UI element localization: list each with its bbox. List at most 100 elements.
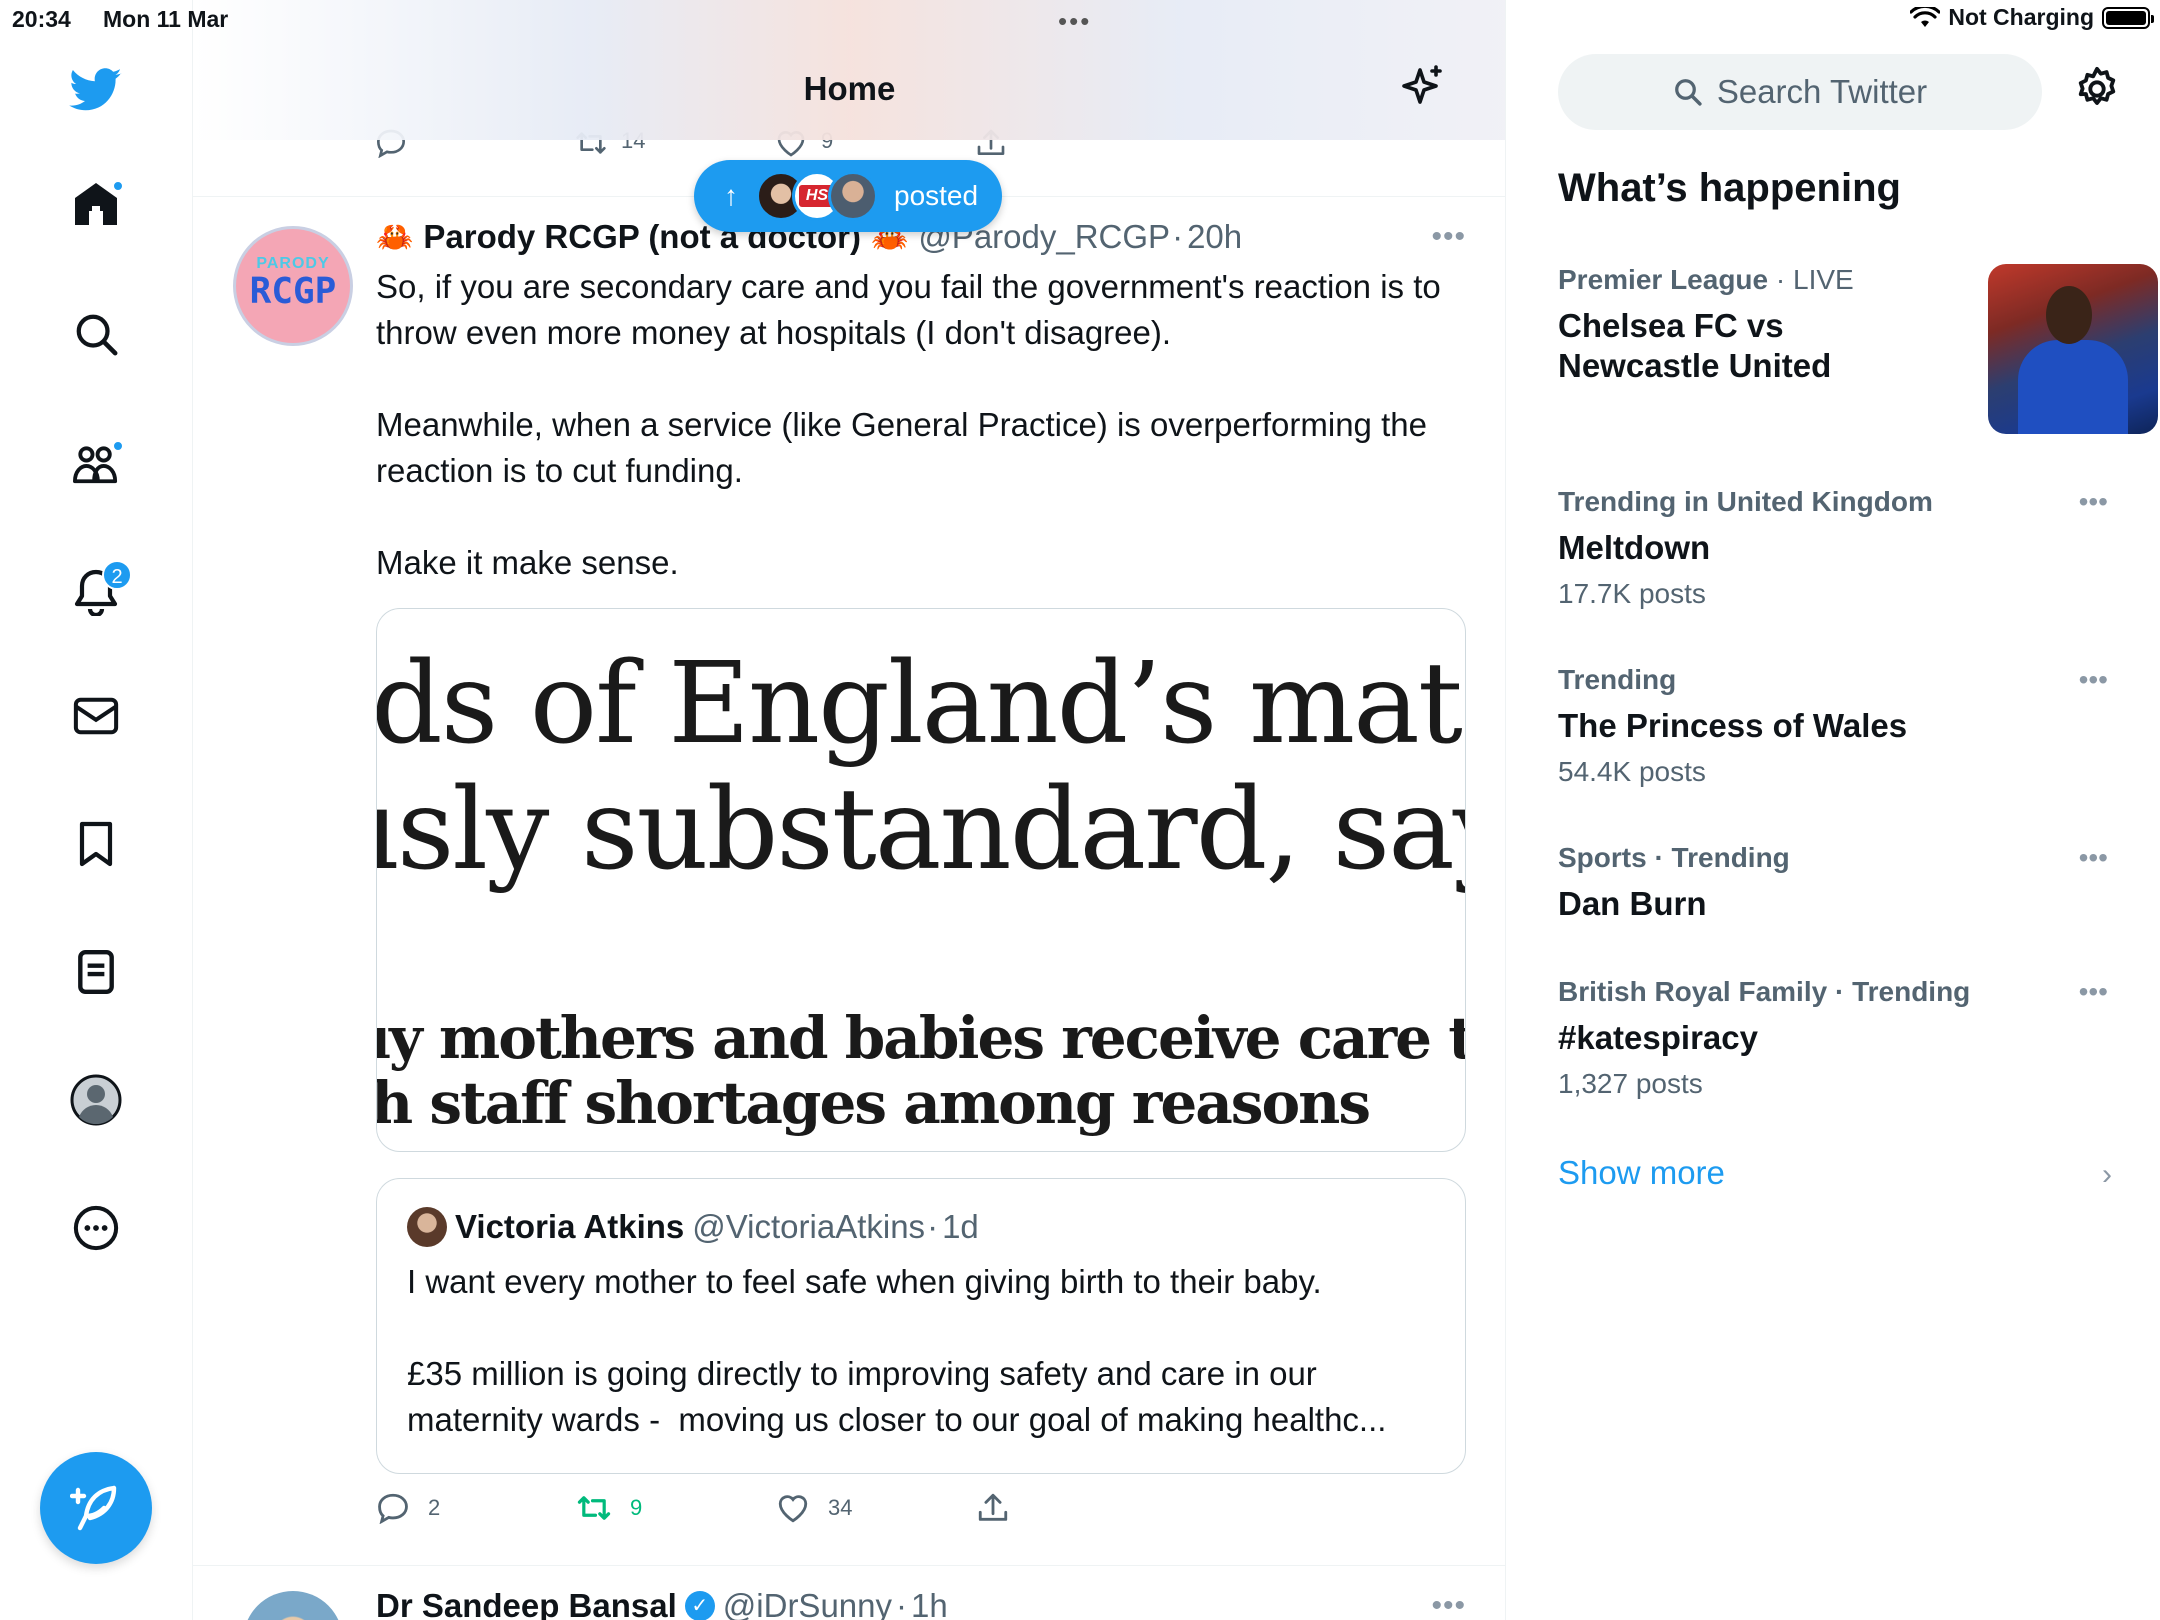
reply-action[interactable]: 2 [376,1492,440,1524]
more-options-icon[interactable]: ••• [1431,1589,1466,1620]
tweet-time[interactable]: 20h [1187,218,1242,256]
quoted-author-name: Victoria Atkins [455,1208,685,1245]
status-date: Mon 11 Mar [103,6,229,32]
messages-icon[interactable] [64,684,128,748]
image-subheadline-line: ıy mothers and babies receive care that … [377,1004,1465,1072]
image-headline-line: ds of England’s matern [376,639,1465,769]
quoted-tweet-time: 1d [942,1208,979,1245]
tweet-time[interactable]: 1h [911,1587,948,1620]
separator: · [896,1587,908,1620]
retweet-icon [577,1496,611,1520]
arrow-up-icon: ↑ [724,180,738,211]
tweet-text: So, if you are secondary care and you fa… [376,268,1441,581]
trend-category: British Royal Family · Trending [1558,976,1971,1007]
more-options-icon[interactable]: ••• [2079,842,2108,874]
trend-category: Sports · Trending [1558,842,1790,873]
more-options-icon[interactable]: ••• [2079,486,2108,518]
avatar-label-main: RCGP [249,270,337,312]
trend-item[interactable]: Trending in United Kingdom Meltdown 17.7… [1558,486,2128,610]
battery-icon [2102,6,2154,29]
wifi-icon [1910,6,1941,27]
trend-meta: Trending in United Kingdom [1558,486,2128,518]
battery-label: Not Charging [1948,4,2094,30]
avatar[interactable] [243,1591,343,1620]
trend-count: 1,327 posts [1558,1068,1703,1099]
new-posts-pill[interactable]: ↑ HS posted [694,160,1002,232]
trend-title: Dan Burn [1558,885,1707,922]
show-more-link[interactable]: Show more [1558,1154,1725,1192]
avatar [407,1207,447,1247]
avatar[interactable]: PARODY RCGP [233,226,353,346]
quoted-tweet[interactable]: Victoria Atkins @VictoriaAtkins · 1d I wan… [376,1178,1466,1474]
trend-count: 54.4K posts [1558,756,1706,787]
trend-item[interactable]: Trending The Princess of Wales 54.4K pos… [1558,664,2128,788]
communities-unread-dot [112,440,124,452]
gear-icon[interactable] [2074,66,2120,117]
verified-badge-icon: ✓ [684,1591,715,1620]
trend-item[interactable]: British Royal Family · Trending #katespi… [1558,976,2128,1100]
more-icon[interactable] [64,1196,128,1260]
compose-feather-icon [70,1485,117,1531]
home-icon[interactable] [64,172,128,236]
sparkle-icon[interactable] [1398,64,1446,117]
communities-icon[interactable] [64,432,128,496]
heart-icon [778,1495,808,1523]
crab-emoji: 🦀 [376,220,414,254]
trend-item[interactable]: Sports · Trending Dan Burn ••• [1558,842,2128,924]
explore-icon[interactable] [64,302,128,366]
timeline: Home 14 9 ↑ HS posted PARODY RCGP 🦀 Paro… [193,0,1506,1620]
trend-count: 17.7K posts [1558,578,1706,609]
retweet-action[interactable]: 9 [576,1492,642,1524]
trend-meta: British Royal Family · Trending [1558,976,2128,1008]
image-headline-line: ısly substandard, says [376,765,1466,895]
more-options-icon[interactable]: ••• [2079,664,2108,696]
share-icon[interactable] [976,1492,1010,1524]
like-action[interactable]: 34 [776,1492,852,1524]
quoted-tweet-header: Victoria Atkins @VictoriaAtkins · 1d [407,1207,979,1247]
separator: · [1172,218,1184,255]
reply-count: 2 [428,1495,441,1520]
home-unread-dot [112,180,124,192]
status-right: Not Charging [1910,4,2154,31]
trend-image [1988,264,2158,434]
trend-title: #katespiracy [1558,1019,1758,1056]
bookmarks-icon[interactable] [64,812,128,876]
right-sidebar: Search Twitter What’s happening Premier … [1506,0,2160,1620]
quoted-author-handle: @VictoriaAtkins [692,1208,926,1245]
pill-avatars: HS [756,171,878,221]
search-icon [1674,79,1702,106]
more-options-icon[interactable]: ••• [2079,976,2108,1008]
posted-label: posted [894,180,979,211]
trend-live: LIVE [1793,264,1854,295]
trend-item[interactable]: Premier League · LIVE Chelsea FC vs Newc… [1558,264,2158,434]
avatar [828,171,878,221]
retweet-count: 9 [630,1495,643,1520]
trend-meta: Trending [1558,664,2128,696]
trend-category: Premier League [1558,264,1769,295]
trend-category: Trending [1558,664,1677,695]
author-name[interactable]: Dr Sandeep Bansal [376,1587,677,1620]
left-nav: 2 [0,0,193,1620]
compose-tweet-button[interactable] [40,1452,152,1564]
trend-category: Trending in United Kingdom [1558,486,1933,517]
like-count: 34 [828,1495,853,1520]
twitter-logo-icon[interactable] [64,58,128,122]
trend-title: Meltdown [1558,529,1711,566]
chevron-right-icon: › [2102,1158,2112,1191]
search-input[interactable]: Search Twitter [1558,54,2042,130]
notifications-badge: 2 [102,560,132,590]
search-placeholder: Search Twitter [1716,73,1928,110]
more-options-icon[interactable]: ••• [1431,220,1466,254]
trend-title: The Princess of Wales [1558,707,1908,744]
separator: · [927,1208,939,1245]
image-subheadline-line: h staff shortages among reasons [376,1069,1371,1137]
author-handle[interactable]: @iDrSunny [723,1587,892,1620]
section-title: What’s happening [1558,166,1901,210]
profile-avatar-icon[interactable] [64,1068,128,1132]
separator: · [1768,264,1793,295]
lists-icon[interactable] [64,940,128,1004]
tweet-image[interactable]: ds of England’s matern ısly substandard,… [376,608,1466,1152]
notifications-icon[interactable]: 2 [64,560,132,624]
page-title: Home [803,70,896,107]
multitask-dots[interactable]: ••• [1058,6,1091,37]
